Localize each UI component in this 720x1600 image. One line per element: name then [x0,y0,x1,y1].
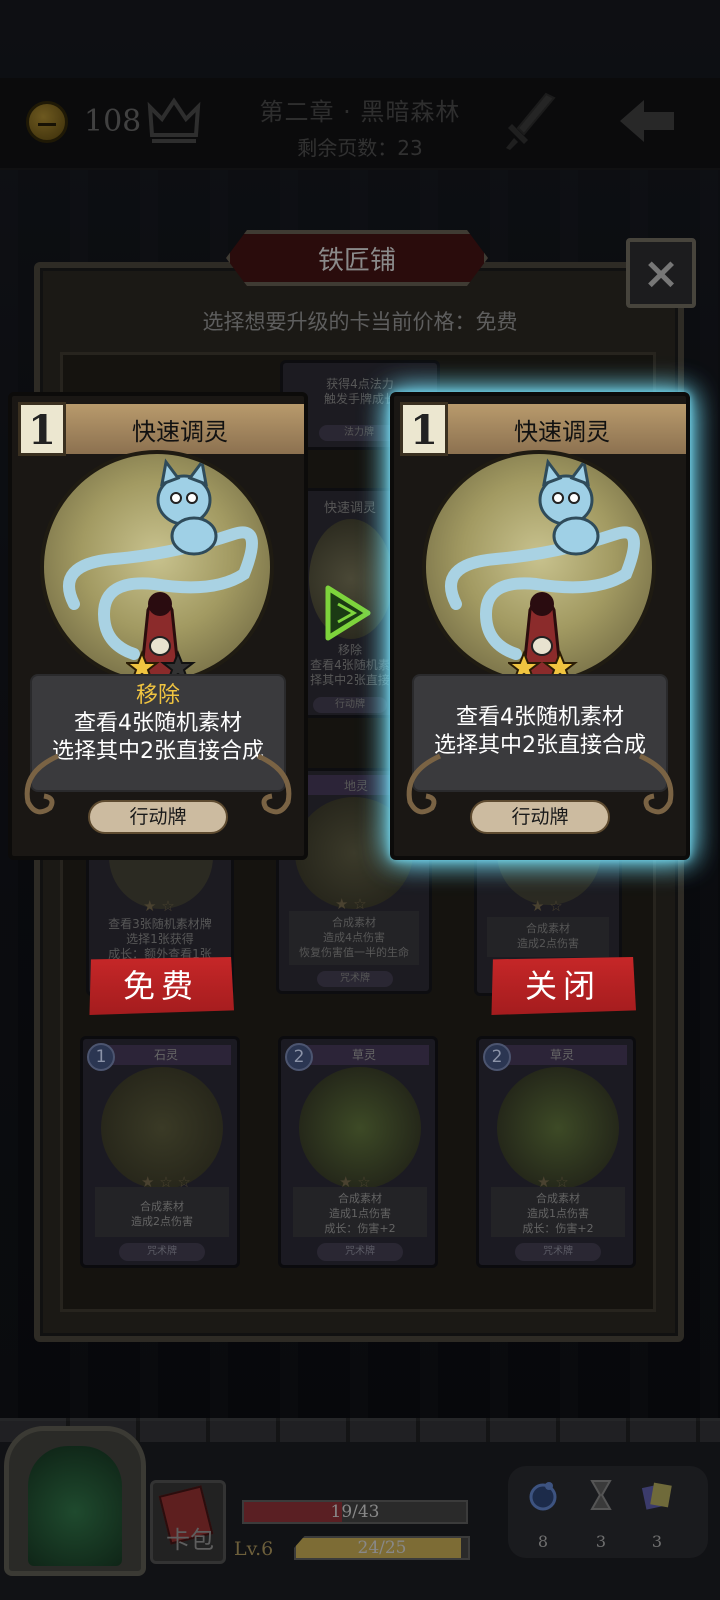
bg-card-art [497,1067,619,1189]
hourglass-count: 3 [595,1532,607,1551]
bg-card-name: 快速调灵 [323,501,376,516]
bg-card-line: 成长：伤害+2 [522,1222,594,1235]
bg-card-tag: 咒术牌 [119,1243,205,1261]
bg-card-stars: ★ ☆ [531,897,563,915]
smithy-title: 铁匠铺 [317,246,396,276]
bg-card-name: 草灵 [351,1048,376,1062]
free-upgrade-button[interactable]: 免费 [89,957,234,1015]
card-bag-label: 卡包 [166,1526,214,1554]
swirl-ornament-icon [638,753,674,815]
bg-card-line: 恢复伤害值一半的生命 [299,946,409,959]
xp-value: 24/25 [357,1538,407,1558]
level-label: Lv.6 [234,1538,274,1560]
bg-card-line: 获得4点法力 [326,377,394,391]
bg-card-tag: 咒术牌 [317,1243,403,1261]
card-description: 移除 查看4张随机素材 选择其中2张直接合成 [30,674,286,792]
bg-card-desc: 合成素材 造成4点伤害 恢复伤害值一半的生命 [289,911,419,965]
card-keyword: 移除 [135,683,180,708]
swirl-ornament-icon [406,753,442,815]
swirl-ornament-icon [24,753,60,815]
bg-card-line: 合成素材 [140,1200,184,1213]
card-art [422,450,656,684]
upgrade-arrow-icon [325,585,371,641]
card-art [40,450,274,684]
free-upgrade-label: 免费 [122,967,199,1005]
bg-card-desc: 合成素材 造成2点伤害 [95,1187,229,1237]
bg-card-line: 合成素材 [332,916,376,929]
close-button[interactable]: 关闭 [491,957,636,1015]
bg-card-tag: 法力牌 [319,425,399,441]
bg-card-line: 择其中2张直接 [310,673,390,687]
bg-card-stars: ★ ☆ [143,897,175,915]
orb-icon[interactable] [526,1478,560,1512]
bg-card-cost: 2 [483,1043,511,1071]
bg-card-tag: 行动牌 [313,697,387,713]
card-cost-badge: 1 [400,402,448,456]
bg-card-header: 石灵 [101,1045,231,1065]
smithy-subtitle: 选择想要升级的卡当前价格：免费 [202,310,518,334]
bg-card-cost: 2 [285,1043,313,1071]
bg-card-line: 造成1点伤害 [329,1207,391,1220]
bg-card-art [101,1067,223,1189]
bg-card-line: 造成1点伤害 [527,1207,589,1220]
bg-card-row3-3[interactable]: 草灵 2 ★ ☆ 合成素材 造成1点伤害 成长：伤害+2 咒术牌 [476,1036,636,1268]
card-description: 查看4张随机素材 选择其中2张直接合成 [412,674,668,792]
bg-card-line: 合成素材 [536,1192,580,1205]
card-text-line: 选择其中2张直接合成 [434,733,646,758]
bg-card-desc: 合成素材 造成1点伤害 成长：伤害+2 [491,1187,625,1237]
bg-card-cost: 1 [87,1043,115,1071]
card-text-line: 查看4张随机素材 [74,711,242,736]
bg-card-line: 选择1张获得 [126,932,194,946]
bg-card-line: 合成素材 [526,922,570,935]
deck-count: 3 [651,1532,663,1551]
player-portrait [28,1446,122,1566]
card-name: 快速调灵 [132,418,228,446]
bg-card-header: 草灵 [497,1045,627,1065]
bg-card-line: 合成素材 [338,1192,382,1205]
card-cost-badge: 1 [18,402,66,456]
card-text-line: 查看4张随机素材 [456,705,624,730]
close-label: 关闭 [524,967,601,1005]
swirl-ornament-icon [256,753,292,815]
card-text-line: 选择其中2张直接合成 [52,739,264,764]
bg-card-line: 造成2点伤害 [131,1215,193,1228]
bg-card-row3-2[interactable]: 草灵 2 ★ ☆ 合成素材 造成1点伤害 成长：伤害+2 咒术牌 [278,1036,438,1268]
bg-card-line: 造成2点伤害 [517,937,579,950]
bg-card-line: 查看3张随机素材牌 [108,917,212,931]
card-type-label: 行动牌 [470,800,610,834]
card-type-label: 行动牌 [88,800,228,834]
card-upgraded[interactable]: 快速调灵 1 查看4张随机素材 选择其中2张直接合成 行动牌 [390,392,690,860]
bg-card-art [299,1067,421,1189]
card-current[interactable]: 快速调灵 1 移除 查看4张随机素材 选择其中2张直接合成 行动牌 [8,392,308,860]
bg-card-row3-1[interactable]: 石灵 1 ★ ☆ ☆ 合成素材 造成2点伤害 咒术牌 [80,1036,240,1268]
card-cost: 1 [410,407,438,454]
bg-card-line: 成长：伤害+2 [324,1222,396,1235]
bg-card-desc: 合成素材 造成2点伤害 [487,917,609,957]
bg-card-tag: 咒术牌 [317,971,393,987]
close-icon: × [642,248,680,299]
bg-card-tag: 咒术牌 [515,1243,601,1261]
bg-card-name: 石灵 [153,1048,178,1062]
hourglass-icon[interactable] [584,1478,618,1512]
close-panel-button[interactable]: × [626,238,696,308]
card-name: 快速调灵 [514,418,610,446]
deck-icon[interactable] [640,1478,674,1512]
bg-card-header: 草灵 [299,1045,429,1065]
bg-card-line: 移除 [337,643,362,657]
bg-card-line: 造成4点伤害 [323,931,385,944]
hp-value: 19/43 [330,1502,380,1522]
bg-card-name: 草灵 [549,1048,574,1062]
bg-card-desc: 合成素材 造成1点伤害 成长：伤害+2 [293,1187,427,1237]
bg-card-line: 查看4张随机素 [310,658,390,672]
orb-count: 8 [537,1532,549,1551]
card-cost: 1 [28,407,56,454]
